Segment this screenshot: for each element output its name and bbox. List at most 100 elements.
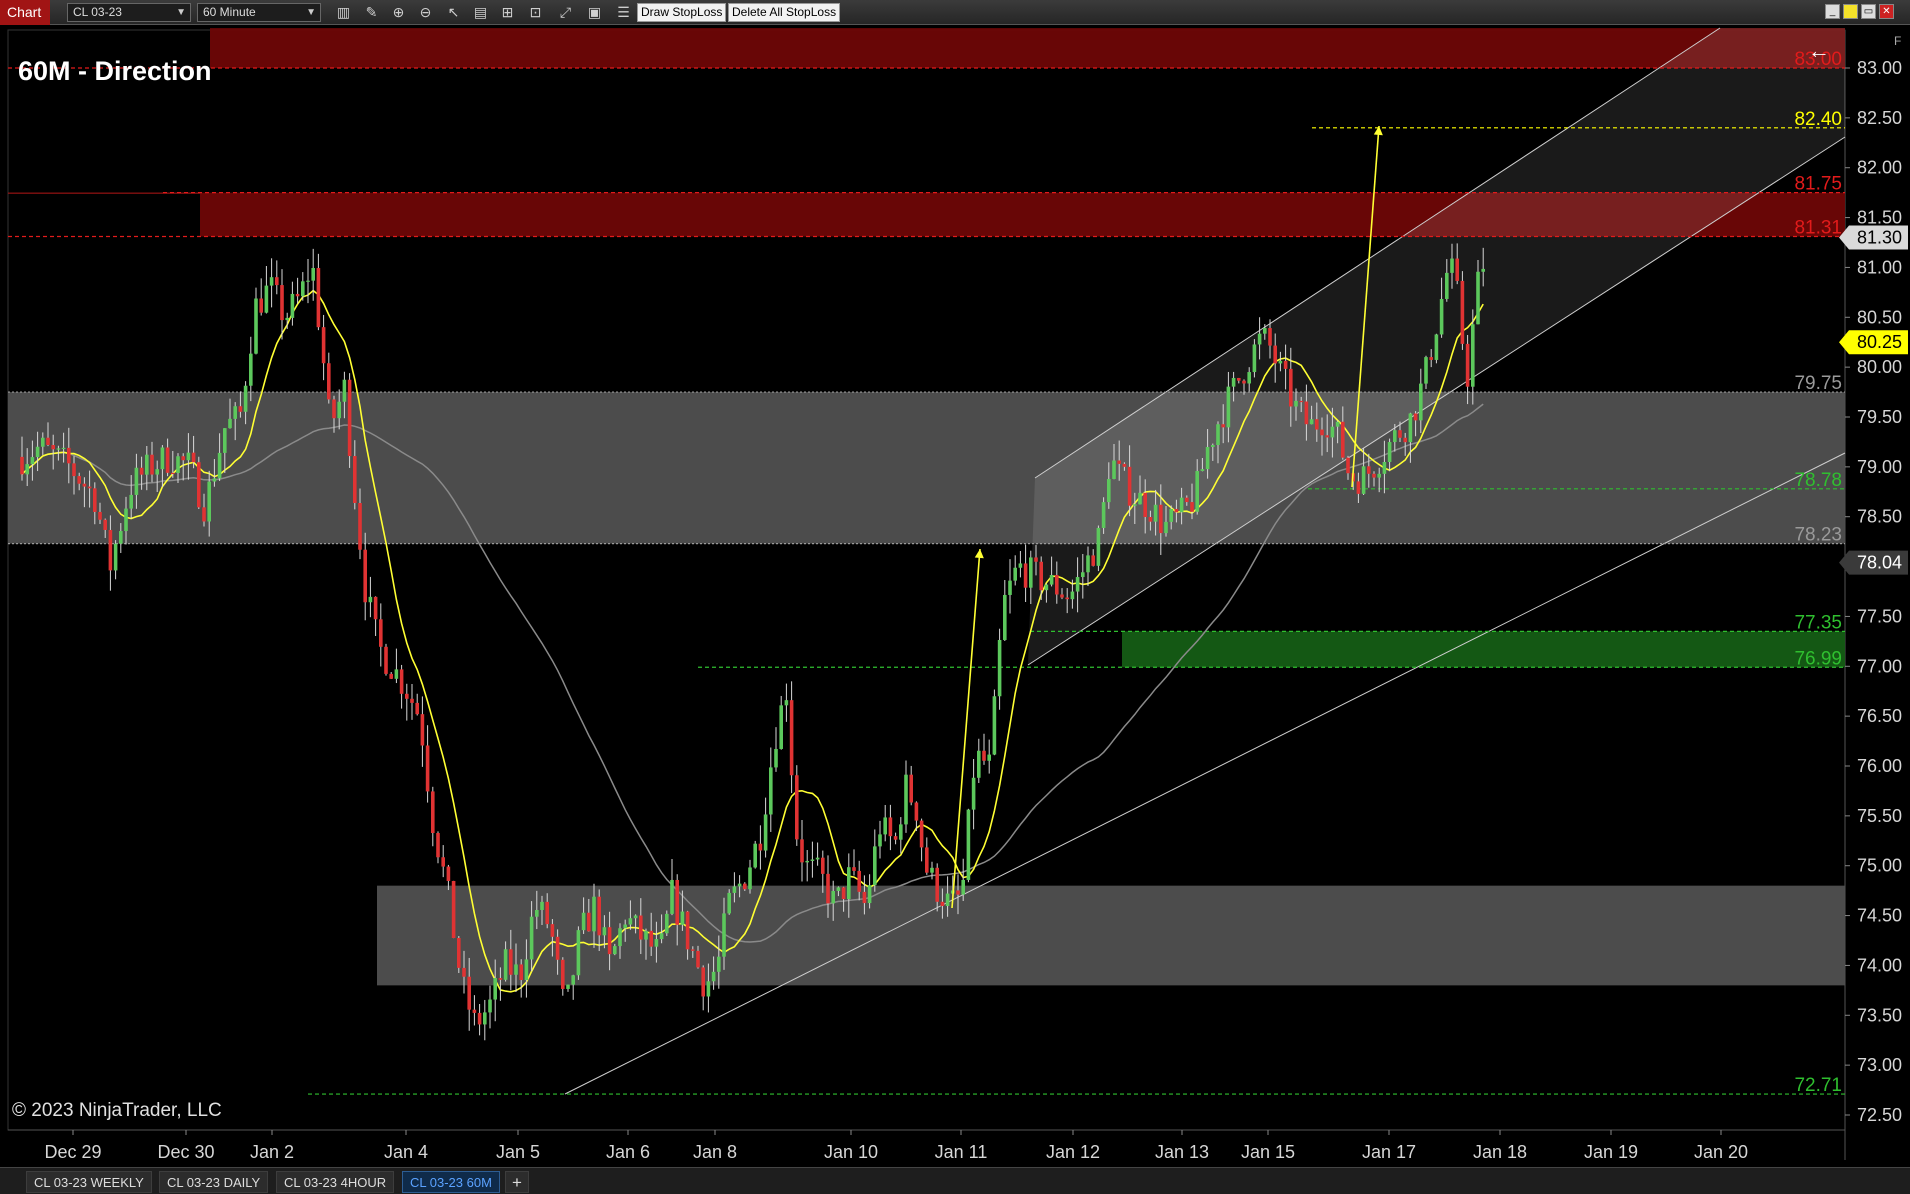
restore-icon[interactable]: ▭	[1861, 4, 1876, 19]
candle-body	[1065, 597, 1069, 600]
candle-body	[321, 327, 326, 364]
zone-0	[210, 28, 1845, 68]
candle-body	[649, 930, 653, 947]
price-chart[interactable]: 83.00 82.40 81.75 81.31 79.75 78.78 78.23 77.35…	[0, 25, 1910, 1167]
candle-body	[488, 999, 492, 1013]
candle-body	[51, 444, 55, 450]
data-box-icon[interactable]: ▤	[470, 2, 491, 23]
candle-body	[316, 267, 321, 328]
candle-body	[524, 959, 529, 981]
chart-tab-bar: CL 03-23 WEEKLY CL 03-23 DAILY CL 03-23 …	[0, 1167, 1910, 1194]
candle-body	[810, 859, 815, 861]
candle-body	[971, 777, 976, 810]
draw-stoploss-button[interactable]: Draw StopLoss	[637, 3, 727, 22]
candle-body	[1091, 555, 1095, 566]
candle-body	[602, 927, 607, 936]
candle-body	[1169, 508, 1173, 522]
candle-body	[1268, 328, 1272, 346]
candle-body	[129, 494, 133, 509]
tab-4hour[interactable]: CL 03-23 4HOUR	[276, 1171, 395, 1193]
candle-body	[332, 399, 336, 419]
x-tick-Dec 29: Dec 29	[44, 1142, 101, 1162]
cursor-icon[interactable]: ↖	[443, 2, 464, 23]
chart-title: 60M - Direction	[18, 56, 212, 86]
instrument-selector[interactable]: CL 03-23 ▼	[67, 3, 191, 22]
candle-body	[685, 911, 690, 950]
candle-body	[20, 456, 24, 475]
candle-body	[675, 879, 679, 925]
candle-body	[1273, 345, 1277, 364]
candle-body	[353, 456, 357, 504]
minimize-icon[interactable]: _	[1825, 4, 1840, 19]
x-tick-Jan 17: Jan 17	[1362, 1142, 1416, 1162]
tab-60m[interactable]: CL 03-23 60M	[402, 1171, 500, 1193]
candle-body	[1143, 492, 1147, 518]
candle-body	[1356, 481, 1361, 494]
candle-body	[301, 281, 305, 297]
tab-weekly[interactable]: CL 03-23 WEEKLY	[26, 1171, 152, 1193]
candle-body	[405, 693, 409, 699]
close-icon[interactable]: ✕	[1879, 4, 1894, 19]
candle-body	[956, 890, 960, 895]
interval-selector[interactable]: 60 Minute ▼	[197, 3, 321, 22]
pencil-icon[interactable]: ✎	[361, 2, 382, 23]
candle-body	[467, 976, 471, 1010]
candle-body	[394, 669, 399, 679]
candle-body	[295, 293, 300, 297]
candle-body	[1049, 575, 1054, 585]
back-arrow-icon[interactable]: ←	[1808, 38, 1830, 64]
y-tick-74.50: 74.50	[1857, 906, 1902, 926]
candle-body	[145, 454, 149, 475]
candle-body	[379, 619, 383, 647]
zone-2	[8, 392, 1845, 544]
candle-body	[1372, 473, 1376, 478]
candle-body	[1231, 377, 1236, 387]
candle-body	[639, 915, 643, 940]
candle-body	[342, 379, 347, 402]
candle-body	[1008, 580, 1012, 595]
strategy-icon[interactable]: ⊡	[525, 2, 546, 23]
link-icon[interactable]	[1843, 4, 1858, 19]
candle-body	[67, 447, 71, 464]
tab-daily[interactable]: CL 03-23 DAILY	[159, 1171, 269, 1193]
list-icon[interactable]: ☰	[613, 2, 634, 23]
candle-body	[1226, 386, 1231, 428]
candle-body	[498, 978, 503, 980]
candle-body	[618, 928, 622, 947]
candle-body	[457, 938, 461, 968]
candle-body	[857, 870, 861, 892]
candle-body	[249, 353, 253, 386]
level-label-76.99: 76.99	[1794, 648, 1842, 669]
candle-body	[1148, 517, 1153, 522]
candle-body	[56, 448, 61, 450]
candle-body	[1107, 478, 1111, 503]
candle-body	[758, 843, 763, 851]
delete-all-stoploss-button[interactable]: Delete All StopLoss	[728, 3, 841, 22]
zoom-in-icon[interactable]: ⊕	[388, 2, 409, 23]
candle-body	[254, 298, 258, 354]
x-tick-Dec 30: Dec 30	[157, 1142, 214, 1162]
properties-icon[interactable]: ⊞	[497, 2, 518, 23]
template-icon[interactable]: ▣	[584, 2, 605, 23]
candle-body	[654, 939, 659, 947]
candle-body	[1413, 413, 1418, 421]
add-tab-button[interactable]: +	[505, 1171, 529, 1193]
candle-body	[446, 866, 451, 881]
candle-body	[899, 824, 903, 840]
candle-body	[483, 1012, 487, 1025]
candle-body	[1023, 563, 1028, 588]
candle-body	[1377, 473, 1381, 478]
y-tick-77.00: 77.00	[1857, 656, 1902, 676]
candle-body	[1122, 463, 1127, 467]
zoom-out-icon[interactable]: ⊖	[415, 2, 436, 23]
candle-body	[789, 700, 794, 776]
chart-tab[interactable]: Chart	[0, 0, 50, 25]
indicator-icon[interactable]: ⤢	[555, 2, 576, 23]
y-tick-81.50: 81.50	[1857, 208, 1902, 228]
candle-body	[358, 503, 362, 550]
candle-body	[753, 843, 757, 868]
candle-body	[519, 964, 523, 981]
bar-type-icon[interactable]: ▥	[333, 2, 354, 23]
candle-body	[451, 880, 456, 939]
candle-body	[550, 924, 555, 937]
